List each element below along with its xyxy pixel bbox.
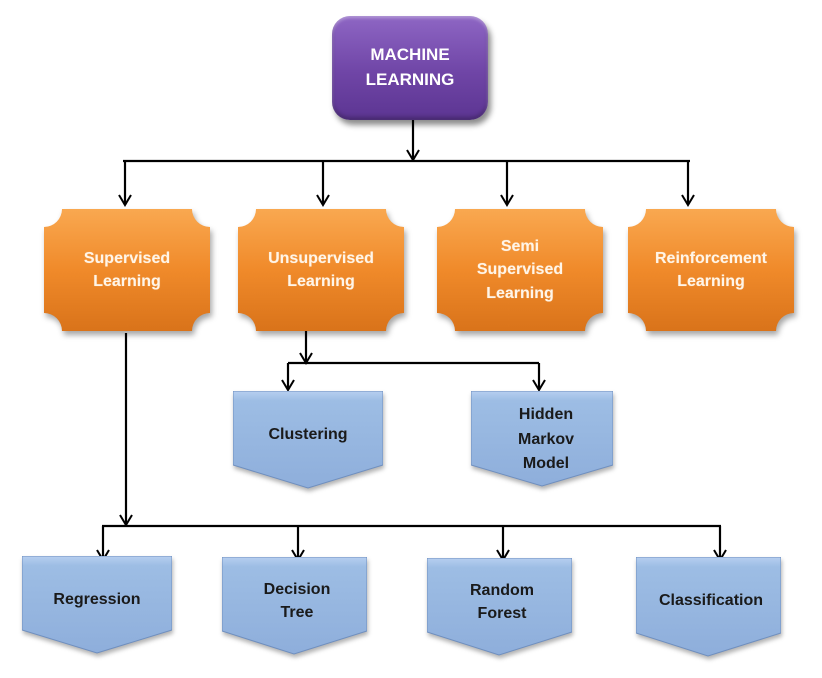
node-decision-tree: Decision Tree [222, 557, 372, 655]
node-hidden-markov-model-label: Hidden Markov Model [517, 405, 575, 473]
node-supervised-learning: Supervised Learning [44, 209, 210, 331]
node-semi-supervised-learning: Semi Supervised Learning [437, 209, 603, 331]
node-reinforcement-learning-label: Reinforcement Learning [654, 249, 768, 290]
node-machine-learning: MACHINE LEARNING [332, 16, 488, 120]
node-unsupervised-learning: Unsupervised Learning [238, 209, 404, 331]
node-hidden-markov-model: Hidden Markov Model [471, 391, 621, 489]
ml-hierarchy-diagram: MACHINE LEARNING Supervised Learning Uns… [0, 0, 822, 678]
node-supervised-learning-label: Supervised Learning [83, 249, 171, 290]
node-regression-label: Regression [53, 591, 141, 609]
node-decision-tree-label: Decision Tree [263, 580, 331, 621]
node-clustering: Clustering [233, 391, 383, 489]
node-unsupervised-learning-label: Unsupervised Learning [268, 249, 374, 290]
node-classification-label: Classification [658, 592, 764, 610]
node-random-forest: Random Forest [427, 558, 577, 656]
node-clustering-label: Clustering [268, 426, 348, 444]
node-classification: Classification [636, 557, 786, 657]
node-machine-learning-label: MACHINE LEARNING [365, 45, 455, 89]
node-random-forest-label: Random Forest [470, 581, 534, 622]
node-reinforcement-learning: Reinforcement Learning [628, 209, 794, 331]
node-semi-supervised-learning-label: Semi Supervised Learning [476, 238, 564, 302]
node-regression: Regression [22, 556, 172, 654]
